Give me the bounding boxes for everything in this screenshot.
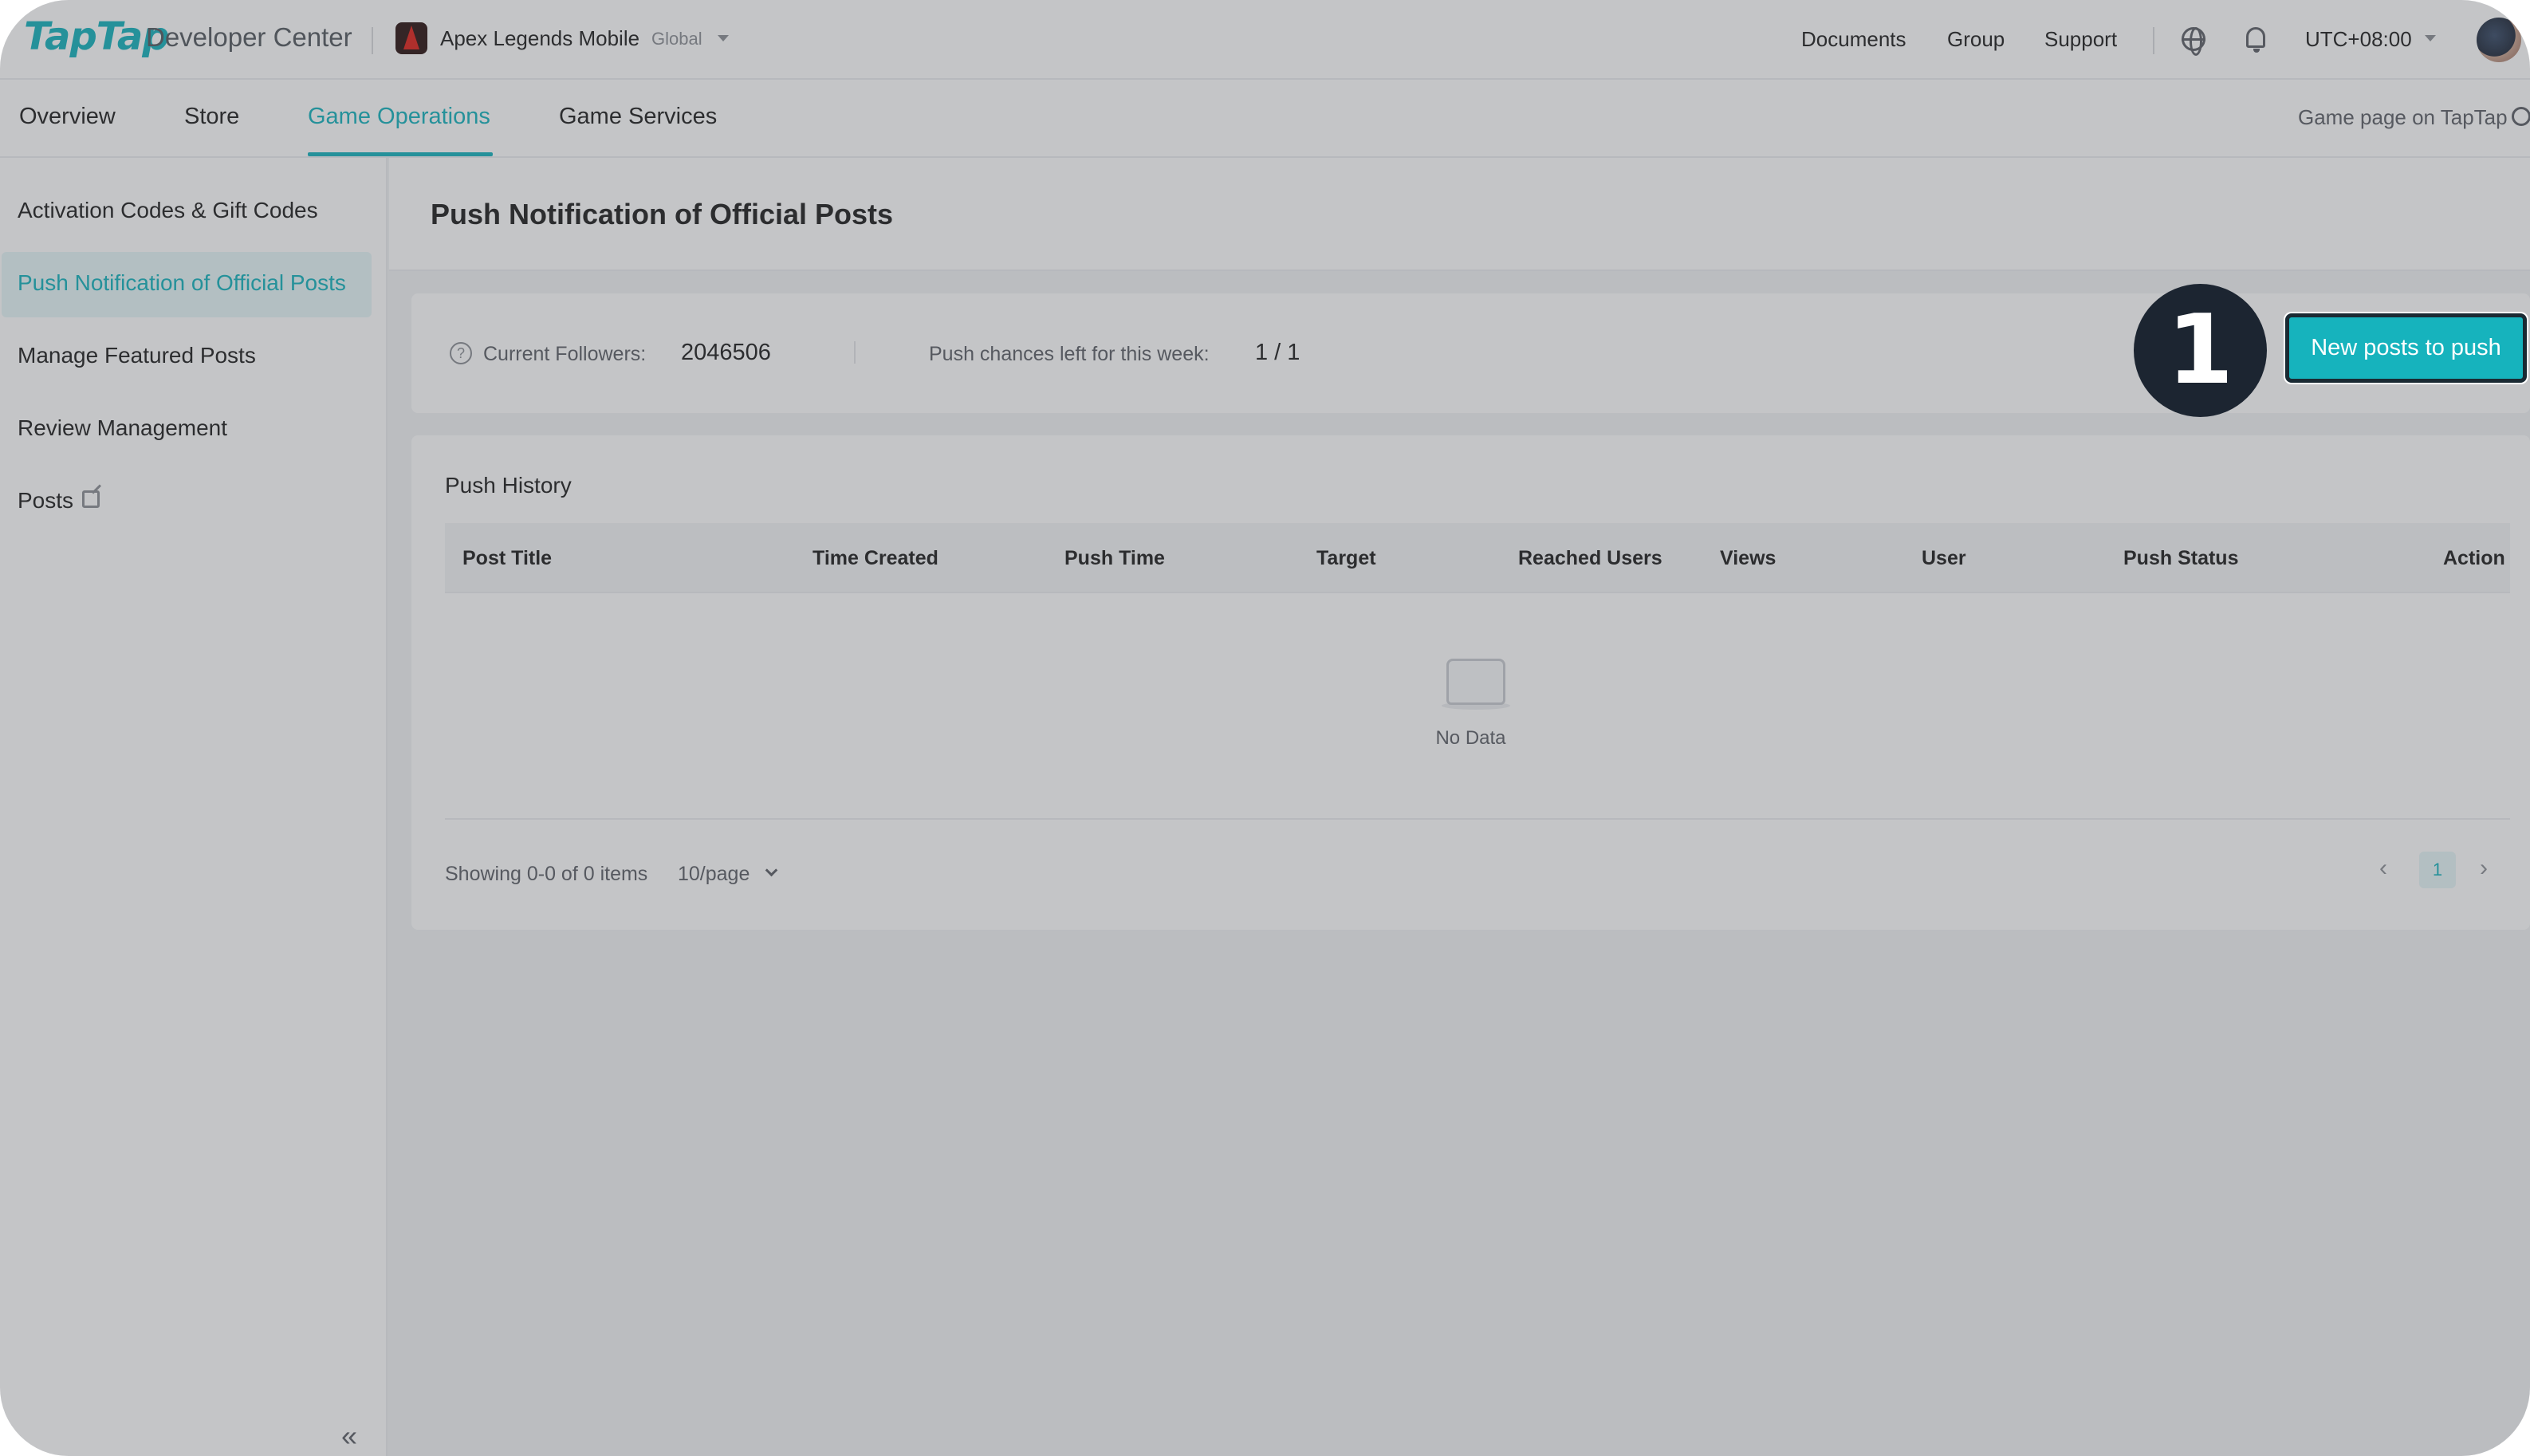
push-chances-label: Push chances left for this week:	[929, 343, 1210, 365]
product-name: Developer Center	[146, 22, 352, 52]
game-app-icon	[395, 22, 427, 54]
pagination-next-icon[interactable]: ›	[2480, 855, 2488, 882]
tab-store[interactable]: Store	[184, 104, 239, 130]
external-link-icon[interactable]	[82, 490, 100, 508]
chevron-down-icon[interactable]	[718, 35, 729, 41]
table-header: Post Title Time Created Push Time Target…	[445, 523, 2510, 593]
followers-value: 2046506	[681, 340, 771, 365]
globe-icon[interactable]	[2182, 27, 2205, 56]
chevron-down-icon[interactable]	[2425, 35, 2436, 41]
new-post-button[interactable]: New posts to push	[2285, 313, 2527, 383]
pagination-summary: Showing 0-0 of 0 items	[445, 863, 648, 885]
sidebar-item-activation-codes[interactable]: Activation Codes & Gift Codes	[18, 198, 318, 223]
nav-documents[interactable]: Documents	[1801, 27, 1906, 52]
step-number-badge: 1	[2134, 284, 2267, 417]
column-reached-users: Reached Users	[1518, 547, 1662, 569]
tab-game-services[interactable]: Game Services	[559, 104, 717, 130]
column-push-time: Push Time	[1064, 547, 1165, 569]
game-page-link[interactable]: Game page on TapTap	[2298, 105, 2508, 130]
help-circle-icon[interactable]: ?	[450, 342, 472, 364]
tab-game-operations[interactable]: Game Operations	[308, 104, 490, 130]
push-history-title: Push History	[445, 473, 572, 498]
page-size-selector[interactable]: 10/page	[678, 863, 750, 886]
push-chances-value: 1 / 1	[1255, 340, 1300, 365]
app-window: TapTap Developer Center Apex Legends Mob…	[0, 0, 2530, 1456]
divider	[372, 27, 373, 54]
timezone-selector[interactable]: UTC+08:00	[2305, 27, 2412, 52]
tab-overview[interactable]: Overview	[19, 104, 116, 130]
column-time-created: Time Created	[813, 547, 938, 569]
column-views: Views	[1720, 547, 1777, 569]
divider	[445, 818, 2510, 820]
pagination-current-page[interactable]: 1	[2419, 852, 2456, 888]
game-selector-name[interactable]: Apex Legends Mobile	[440, 26, 639, 51]
collapse-icon[interactable]: «	[341, 1419, 357, 1453]
game-region-badge: Global	[651, 29, 702, 49]
bell-icon[interactable]	[2246, 27, 2265, 53]
divider	[854, 341, 856, 364]
column-action: Action	[2443, 547, 2505, 569]
nav-support[interactable]: Support	[2044, 27, 2117, 52]
followers-label: Current Followers:	[483, 343, 647, 365]
page-header: Push Notification of Official Posts	[389, 158, 2530, 271]
inbox-empty-icon	[1442, 659, 1510, 710]
empty-state-text: No Data	[1435, 727, 1506, 749]
column-post-title: Post Title	[462, 547, 553, 569]
divider	[2153, 27, 2154, 54]
top-bar: TapTap Developer Center Apex Legends Mob…	[0, 0, 2530, 80]
column-user: User	[1922, 547, 1966, 569]
external-link-icon[interactable]	[2512, 107, 2530, 126]
sidebar-item-review-management[interactable]: Review Management	[18, 415, 227, 441]
sidebar-item-featured-posts[interactable]: Manage Featured Posts	[18, 343, 256, 368]
avatar[interactable]	[2477, 18, 2521, 62]
main-tabs: Overview Store Game Operations Game Serv…	[0, 80, 2530, 158]
page-title: Push Notification of Official Posts	[431, 198, 894, 230]
pagination-prev-icon[interactable]: ‹	[2379, 855, 2387, 882]
nav-group[interactable]: Group	[1947, 27, 2005, 52]
sidebar-item-push-notification[interactable]: Push Notification of Official Posts	[18, 270, 346, 296]
sidebar: Activation Codes & Gift Codes Push Notif…	[0, 158, 388, 1456]
chevron-down-icon[interactable]	[765, 864, 778, 877]
active-tab-indicator	[308, 152, 493, 156]
column-push-status: Push Status	[2123, 547, 2239, 569]
sidebar-item-posts[interactable]: Posts	[18, 488, 73, 514]
push-history-card: Push History Post Title Time Created Pus…	[411, 435, 2530, 930]
column-target: Target	[1316, 547, 1376, 569]
